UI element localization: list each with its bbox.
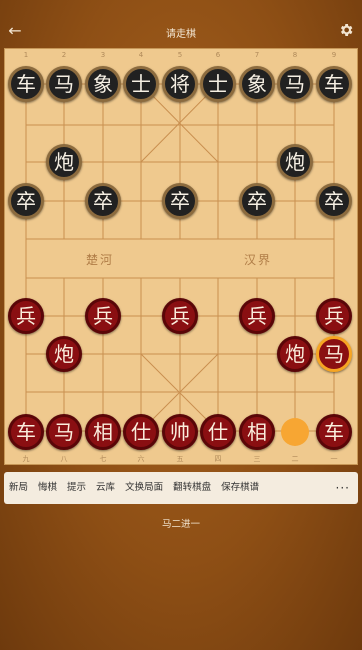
- cloud-library-button[interactable]: 云库: [91, 472, 120, 504]
- file-number: 九: [22, 455, 30, 463]
- red-soldier[interactable]: 兵: [316, 298, 352, 334]
- black-horse[interactable]: 马: [46, 66, 82, 102]
- red-advisor[interactable]: 仕: [123, 414, 159, 450]
- red-horse-selected[interactable]: 马: [316, 336, 352, 372]
- file-number: 2: [61, 51, 67, 59]
- black-advisor[interactable]: 士: [200, 66, 236, 102]
- red-cannon[interactable]: 炮: [46, 336, 82, 372]
- river-label-right: 汉界: [244, 253, 273, 267]
- save-record-button[interactable]: 保存棋谱: [216, 472, 264, 504]
- file-number: 五: [176, 455, 184, 463]
- red-chariot[interactable]: 车: [8, 414, 44, 450]
- black-cannon[interactable]: 炮: [277, 144, 313, 180]
- red-horse[interactable]: 马: [46, 414, 82, 450]
- red-soldier[interactable]: 兵: [8, 298, 44, 334]
- file-number: 9: [331, 51, 337, 59]
- undo-button[interactable]: 悔棋: [33, 472, 62, 504]
- hint-button[interactable]: 提示: [62, 472, 91, 504]
- file-number: 7: [254, 51, 260, 59]
- file-number: 七: [99, 455, 107, 463]
- swap-position-button[interactable]: 文换局面: [120, 472, 168, 504]
- gear-icon[interactable]: [338, 22, 354, 38]
- black-chariot[interactable]: 车: [8, 66, 44, 102]
- black-general[interactable]: 将: [162, 66, 198, 102]
- file-number: 6: [215, 51, 221, 59]
- file-number: 1: [23, 51, 29, 59]
- red-cannon[interactable]: 炮: [277, 336, 313, 372]
- black-soldier[interactable]: 卒: [85, 183, 121, 219]
- file-number: 3: [100, 51, 106, 59]
- flip-board-button[interactable]: 翻转棋盘: [168, 472, 216, 504]
- river-label-left: 楚河: [86, 253, 115, 267]
- file-number: 二: [291, 455, 299, 463]
- file-number: 四: [214, 455, 222, 463]
- black-soldier[interactable]: 卒: [162, 183, 198, 219]
- red-soldier[interactable]: 兵: [239, 298, 275, 334]
- black-advisor[interactable]: 士: [123, 66, 159, 102]
- red-soldier[interactable]: 兵: [85, 298, 121, 334]
- red-advisor[interactable]: 仕: [200, 414, 236, 450]
- file-number: 8: [292, 51, 298, 59]
- file-number: 5: [177, 51, 183, 59]
- black-soldier[interactable]: 卒: [8, 183, 44, 219]
- more-menu-icon[interactable]: ···: [328, 481, 358, 495]
- board-grid: [25, 83, 335, 432]
- file-number: 八: [60, 455, 68, 463]
- red-soldier[interactable]: 兵: [162, 298, 198, 334]
- black-soldier[interactable]: 卒: [316, 183, 352, 219]
- black-chariot[interactable]: 车: [316, 66, 352, 102]
- red-chariot[interactable]: 车: [316, 414, 352, 450]
- black-cannon[interactable]: 炮: [46, 144, 82, 180]
- red-general[interactable]: 帅: [162, 414, 198, 450]
- black-horse[interactable]: 马: [277, 66, 313, 102]
- file-number: 一: [330, 455, 338, 463]
- move-origin-marker[interactable]: [281, 418, 309, 446]
- black-elephant[interactable]: 象: [239, 66, 275, 102]
- action-toolbar: 新局 悔棋 提示 云库 文换局面 翻转棋盘 保存棋谱 ···: [4, 472, 358, 504]
- red-elephant[interactable]: 相: [239, 414, 275, 450]
- file-number: 4: [138, 51, 144, 59]
- file-number: 六: [137, 455, 145, 463]
- new-game-button[interactable]: 新局: [4, 472, 33, 504]
- red-elephant[interactable]: 相: [85, 414, 121, 450]
- black-soldier[interactable]: 卒: [239, 183, 275, 219]
- black-elephant[interactable]: 象: [85, 66, 121, 102]
- last-move-text: 马二进一: [161, 519, 200, 530]
- page-title: 请走棋: [166, 29, 196, 40]
- file-number: 三: [253, 455, 261, 463]
